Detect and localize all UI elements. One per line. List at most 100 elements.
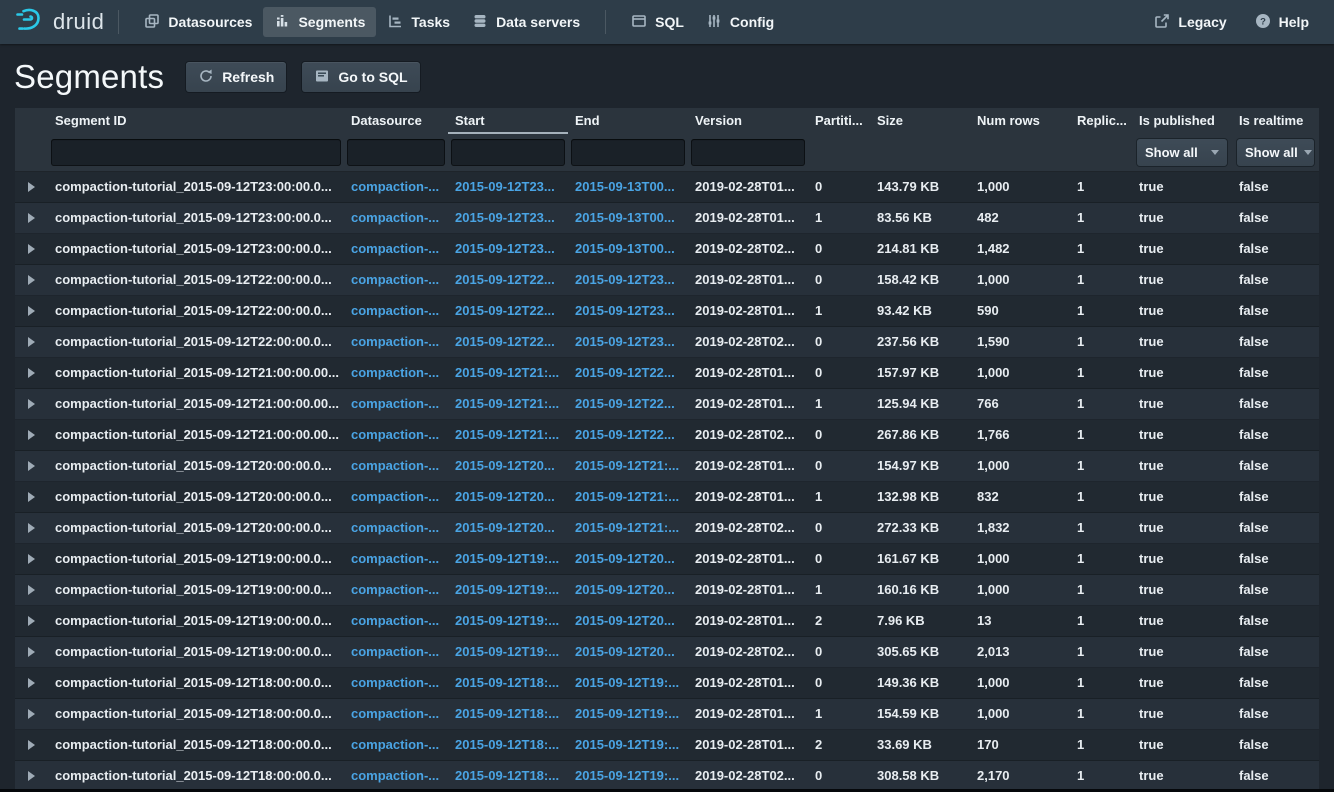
row-expander-button[interactable] xyxy=(15,668,48,698)
column-header-replicas[interactable]: Replic... xyxy=(1070,108,1132,134)
start-link[interactable]: 2015-09-12T21:... xyxy=(448,389,568,419)
end-link[interactable]: 2015-09-12T22... xyxy=(568,389,688,419)
start-filter-input[interactable] xyxy=(451,139,565,166)
column-header-is-published[interactable]: Is published xyxy=(1132,108,1232,134)
datasource-link[interactable]: compaction-... xyxy=(344,761,448,791)
end-link[interactable]: 2015-09-12T23... xyxy=(568,327,688,357)
nav-item-data-servers[interactable]: Data servers xyxy=(461,7,591,37)
nav-item-config[interactable]: Config xyxy=(695,7,785,37)
datasource-link[interactable]: compaction-... xyxy=(344,482,448,512)
nav-item-help[interactable]: ? Help xyxy=(1244,7,1320,37)
datasource-link[interactable]: compaction-... xyxy=(344,637,448,667)
nav-item-datasources[interactable]: Datasources xyxy=(133,7,263,37)
is-published-filter-select[interactable]: Show all xyxy=(1137,139,1227,166)
refresh-button[interactable]: Refresh xyxy=(186,62,286,92)
start-link[interactable]: 2015-09-12T18:... xyxy=(448,699,568,729)
datasource-link[interactable]: compaction-... xyxy=(344,451,448,481)
start-link[interactable]: 2015-09-12T18:... xyxy=(448,668,568,698)
start-link[interactable]: 2015-09-12T19:... xyxy=(448,575,568,605)
row-expander-button[interactable] xyxy=(15,699,48,729)
start-link[interactable]: 2015-09-12T21:... xyxy=(448,420,568,450)
start-link[interactable]: 2015-09-12T23... xyxy=(448,172,568,202)
start-link[interactable]: 2015-09-12T20... xyxy=(448,451,568,481)
nav-item-tasks[interactable]: Tasks xyxy=(376,7,461,37)
end-link[interactable]: 2015-09-13T00... xyxy=(568,172,688,202)
row-expander-button[interactable] xyxy=(15,420,48,450)
druid-brand[interactable]: druid xyxy=(14,5,104,40)
end-link[interactable]: 2015-09-12T20... xyxy=(568,544,688,574)
nav-item-segments[interactable]: Segments xyxy=(263,7,376,37)
row-expander-button[interactable] xyxy=(15,606,48,636)
row-expander-button[interactable] xyxy=(15,358,48,388)
datasource-link[interactable]: compaction-... xyxy=(344,172,448,202)
column-header-segment-id[interactable]: Segment ID xyxy=(48,108,344,134)
row-expander-button[interactable] xyxy=(15,761,48,791)
go-to-sql-button[interactable]: Go to SQL xyxy=(302,62,419,92)
datasource-link[interactable]: compaction-... xyxy=(344,668,448,698)
end-link[interactable]: 2015-09-12T23... xyxy=(568,296,688,326)
datasource-link[interactable]: compaction-... xyxy=(344,420,448,450)
column-header-partition[interactable]: Partiti... xyxy=(808,108,870,134)
nav-item-sql[interactable]: SQL xyxy=(620,7,695,37)
row-expander-button[interactable] xyxy=(15,637,48,667)
end-filter-input[interactable] xyxy=(571,139,685,166)
datasource-link[interactable]: compaction-... xyxy=(344,327,448,357)
row-expander-button[interactable] xyxy=(15,327,48,357)
end-link[interactable]: 2015-09-12T19:... xyxy=(568,668,688,698)
end-link[interactable]: 2015-09-12T20... xyxy=(568,606,688,636)
version-filter-input[interactable] xyxy=(691,139,805,166)
datasource-link[interactable]: compaction-... xyxy=(344,575,448,605)
datasource-link[interactable]: compaction-... xyxy=(344,234,448,264)
column-header-end[interactable]: End xyxy=(568,108,688,134)
datasource-link[interactable]: compaction-... xyxy=(344,389,448,419)
segment-id-filter-input[interactable] xyxy=(51,139,341,166)
row-expander-button[interactable] xyxy=(15,575,48,605)
end-link[interactable]: 2015-09-12T21:... xyxy=(568,482,688,512)
row-expander-button[interactable] xyxy=(15,544,48,574)
end-link[interactable]: 2015-09-12T22... xyxy=(568,420,688,450)
nav-item-legacy[interactable]: Legacy xyxy=(1143,7,1237,37)
column-header-size[interactable]: Size xyxy=(870,108,970,134)
row-expander-button[interactable] xyxy=(15,482,48,512)
start-link[interactable]: 2015-09-12T20... xyxy=(448,482,568,512)
is-realtime-filter-select[interactable]: Show all xyxy=(1237,139,1314,166)
end-link[interactable]: 2015-09-12T19:... xyxy=(568,699,688,729)
start-link[interactable]: 2015-09-12T22... xyxy=(448,327,568,357)
end-link[interactable]: 2015-09-12T20... xyxy=(568,637,688,667)
column-header-num-rows[interactable]: Num rows xyxy=(970,108,1070,134)
start-link[interactable]: 2015-09-12T18:... xyxy=(448,761,568,791)
row-expander-button[interactable] xyxy=(15,513,48,543)
datasource-link[interactable]: compaction-... xyxy=(344,265,448,295)
end-link[interactable]: 2015-09-12T19:... xyxy=(568,761,688,791)
end-link[interactable]: 2015-09-12T19:... xyxy=(568,730,688,760)
row-expander-button[interactable] xyxy=(15,172,48,202)
datasource-filter-input[interactable] xyxy=(347,139,445,166)
start-link[interactable]: 2015-09-12T20... xyxy=(448,513,568,543)
start-link[interactable]: 2015-09-12T22... xyxy=(448,296,568,326)
end-link[interactable]: 2015-09-12T21:... xyxy=(568,451,688,481)
datasource-link[interactable]: compaction-... xyxy=(344,358,448,388)
row-expander-button[interactable] xyxy=(15,234,48,264)
start-link[interactable]: 2015-09-12T19:... xyxy=(448,544,568,574)
start-link[interactable]: 2015-09-12T21:... xyxy=(448,358,568,388)
datasource-link[interactable]: compaction-... xyxy=(344,544,448,574)
datasource-link[interactable]: compaction-... xyxy=(344,730,448,760)
datasource-link[interactable]: compaction-... xyxy=(344,513,448,543)
start-link[interactable]: 2015-09-12T19:... xyxy=(448,606,568,636)
row-expander-button[interactable] xyxy=(15,451,48,481)
end-link[interactable]: 2015-09-12T22... xyxy=(568,358,688,388)
column-header-version[interactable]: Version xyxy=(688,108,808,134)
row-expander-button[interactable] xyxy=(15,265,48,295)
end-link[interactable]: 2015-09-12T23... xyxy=(568,265,688,295)
column-header-is-realtime[interactable]: Is realtime xyxy=(1232,108,1319,134)
datasource-link[interactable]: compaction-... xyxy=(344,699,448,729)
column-header-datasource[interactable]: Datasource xyxy=(344,108,448,134)
start-link[interactable]: 2015-09-12T23... xyxy=(448,203,568,233)
datasource-link[interactable]: compaction-... xyxy=(344,296,448,326)
row-expander-button[interactable] xyxy=(15,389,48,419)
start-link[interactable]: 2015-09-12T19:... xyxy=(448,637,568,667)
end-link[interactable]: 2015-09-13T00... xyxy=(568,234,688,264)
end-link[interactable]: 2015-09-13T00... xyxy=(568,203,688,233)
datasource-link[interactable]: compaction-... xyxy=(344,203,448,233)
row-expander-button[interactable] xyxy=(15,296,48,326)
